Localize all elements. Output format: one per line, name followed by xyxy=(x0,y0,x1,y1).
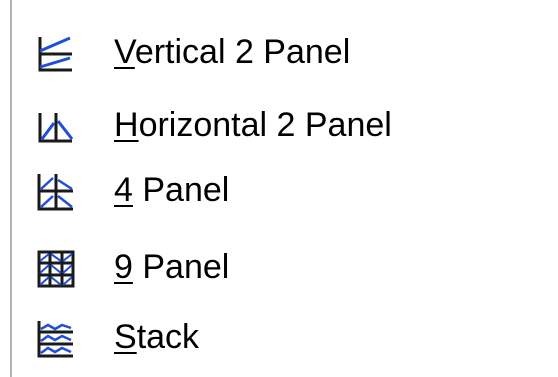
label-text: Panel xyxy=(132,171,230,209)
menu-item-label: Vertical 2 Panel xyxy=(114,31,350,73)
menu-item-4-panel[interactable]: 4 Panel xyxy=(12,159,552,225)
label-text: ertical 2 Panel xyxy=(134,33,351,71)
horizontal-2-panel-icon xyxy=(36,107,76,147)
menu-item-vertical-2-panel[interactable]: Vertical 2 Panel xyxy=(12,21,552,87)
menu-item-horizontal-2-panel[interactable]: Horizontal 2 Panel xyxy=(12,94,552,160)
view-layout-menu: Vertical 2 Panel Horizontal 2 Panel 4 Pa… xyxy=(0,0,558,377)
vertical-2-panel-icon xyxy=(36,34,76,74)
accelerator-key: V xyxy=(114,33,135,71)
label-text: tack xyxy=(136,318,200,356)
menu-item-stack[interactable]: Stack xyxy=(12,306,552,372)
9-panel-icon xyxy=(36,249,76,289)
stack-icon xyxy=(36,319,76,359)
4-panel-icon xyxy=(36,172,76,212)
menu-item-label: 4 Panel xyxy=(114,169,229,211)
accelerator-key: 4 xyxy=(114,171,133,209)
accelerator-key: H xyxy=(114,106,139,144)
menu-item-label: 9 Panel xyxy=(114,246,229,288)
accelerator-key: 9 xyxy=(114,248,133,286)
label-text: orizontal 2 Panel xyxy=(138,106,392,144)
menu-item-9-panel[interactable]: 9 Panel xyxy=(12,236,552,302)
menu-item-label: Stack xyxy=(114,316,199,358)
accelerator-key: S xyxy=(114,318,137,356)
label-text: Panel xyxy=(132,248,230,286)
menu-item-label: Horizontal 2 Panel xyxy=(114,104,392,146)
